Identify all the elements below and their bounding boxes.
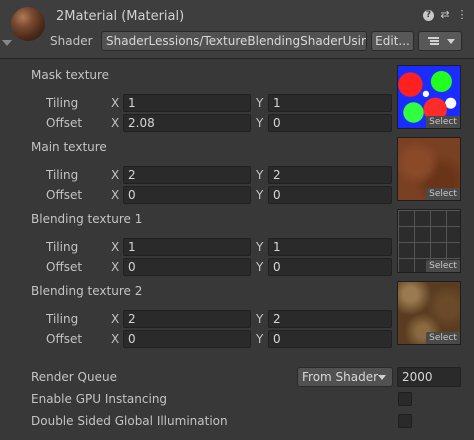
blend1-tiling-label: Tiling — [46, 240, 79, 254]
main-offset-y-field[interactable]: 0 — [268, 186, 392, 204]
main-offset-label: Offset — [46, 188, 83, 202]
mask-select-button[interactable]: Select — [426, 116, 460, 128]
blend1-tiling-y-label: Y — [256, 240, 264, 254]
material-header: 2Material (Material) ? ⇄ ⋮ Shader Shader… — [0, 0, 474, 58]
material-title: 2Material (Material) — [56, 9, 185, 24]
main-texture-label: Main texture — [31, 140, 107, 154]
main-offset-x-field[interactable]: 0 — [123, 186, 251, 204]
list-icon — [428, 37, 439, 45]
foldout-arrow-icon[interactable] — [2, 40, 12, 46]
mask-offset-y-label: Y — [256, 116, 264, 130]
main-select-button[interactable]: Select — [426, 188, 460, 200]
main-tiling-label: Tiling — [46, 168, 79, 182]
mask-tiling-x-field[interactable]: 1 — [123, 94, 251, 112]
gpu-instancing-checkbox[interactable] — [398, 392, 412, 406]
blend2-offset-label: Offset — [46, 332, 83, 346]
chevron-down-icon — [378, 375, 386, 380]
blend1-tiling-x-label: X — [111, 240, 120, 254]
blend2-offset-y-field[interactable]: 0 — [268, 330, 392, 348]
main-texture-slot[interactable]: Select — [397, 137, 461, 201]
render-queue-dropdown[interactable]: From Shader — [297, 367, 393, 387]
blend2-offset-y-label: Y — [256, 332, 264, 346]
blend2-offset-x-label: X — [111, 332, 120, 346]
edit-shader-button[interactable]: Edit... — [371, 31, 414, 51]
mask-offset-x-field[interactable]: 2.08 — [123, 114, 251, 132]
mask-tiling-label: Tiling — [46, 96, 79, 110]
double-sided-gi-checkbox[interactable] — [398, 414, 412, 428]
blend1-tiling-x-field[interactable]: 1 — [123, 238, 251, 256]
mask-tiling-y-field[interactable]: 1 — [268, 94, 392, 112]
list-options-button[interactable] — [418, 31, 462, 51]
gpu-instancing-label: Enable GPU Instancing — [31, 392, 168, 406]
mask-tiling-x-label: X — [111, 96, 120, 110]
blend1-offset-y-label: Y — [256, 260, 264, 274]
blend2-select-button[interactable]: Select — [426, 332, 460, 344]
shader-dropdown[interactable]: ShaderLessions/TextureBlendingShaderUsir — [101, 31, 367, 51]
help-icon[interactable]: ? — [423, 10, 434, 21]
main-tiling-y-label: Y — [256, 168, 264, 182]
main-tiling-y-field[interactable]: 2 — [268, 166, 392, 184]
mask-texture-slot[interactable]: Select — [397, 65, 461, 129]
blend2-tiling-label: Tiling — [46, 312, 79, 326]
blend2-tiling-x-field[interactable]: 2 — [123, 310, 251, 328]
blend1-texture-slot[interactable]: Select — [397, 209, 461, 273]
main-tiling-x-field[interactable]: 2 — [123, 166, 251, 184]
render-queue-label: Render Queue — [31, 370, 117, 384]
blend1-offset-label: Offset — [46, 260, 83, 274]
render-queue-value-field[interactable]: 2000 — [397, 367, 461, 387]
blend1-offset-x-field[interactable]: 0 — [123, 258, 251, 276]
blend1-select-button[interactable]: Select — [426, 260, 460, 272]
more-vert-icon[interactable]: ⋮ — [456, 8, 468, 22]
blend2-texture-label: Blending texture 2 — [31, 284, 143, 298]
material-preview-icon — [11, 7, 45, 41]
blend2-tiling-y-field[interactable]: 2 — [268, 310, 392, 328]
mask-tiling-y-label: Y — [256, 96, 264, 110]
blend1-offset-x-label: X — [111, 260, 120, 274]
settings-sliders-icon[interactable]: ⇄ — [439, 8, 451, 22]
blend2-texture-slot[interactable]: Select — [397, 281, 461, 345]
main-offset-y-label: Y — [256, 188, 264, 202]
shader-label: Shader — [50, 34, 93, 48]
blend1-texture-label: Blending texture 1 — [31, 212, 143, 226]
double-sided-gi-label: Double Sided Global Illumination — [31, 414, 228, 428]
blend2-offset-x-field[interactable]: 0 — [123, 330, 251, 348]
chevron-down-icon — [447, 39, 455, 44]
mask-offset-y-field[interactable]: 0 — [268, 114, 392, 132]
mask-offset-x-label: X — [111, 116, 120, 130]
render-queue-mode: From Shader — [302, 370, 379, 384]
blend1-offset-y-field[interactable]: 0 — [268, 258, 392, 276]
blend1-tiling-y-field[interactable]: 1 — [268, 238, 392, 256]
main-tiling-x-label: X — [111, 168, 120, 182]
main-offset-x-label: X — [111, 188, 120, 202]
mask-texture-label: Mask texture — [31, 68, 110, 82]
header-divider — [0, 58, 474, 59]
blend2-tiling-y-label: Y — [256, 312, 264, 326]
mask-offset-label: Offset — [46, 116, 83, 130]
blend2-tiling-x-label: X — [111, 312, 120, 326]
